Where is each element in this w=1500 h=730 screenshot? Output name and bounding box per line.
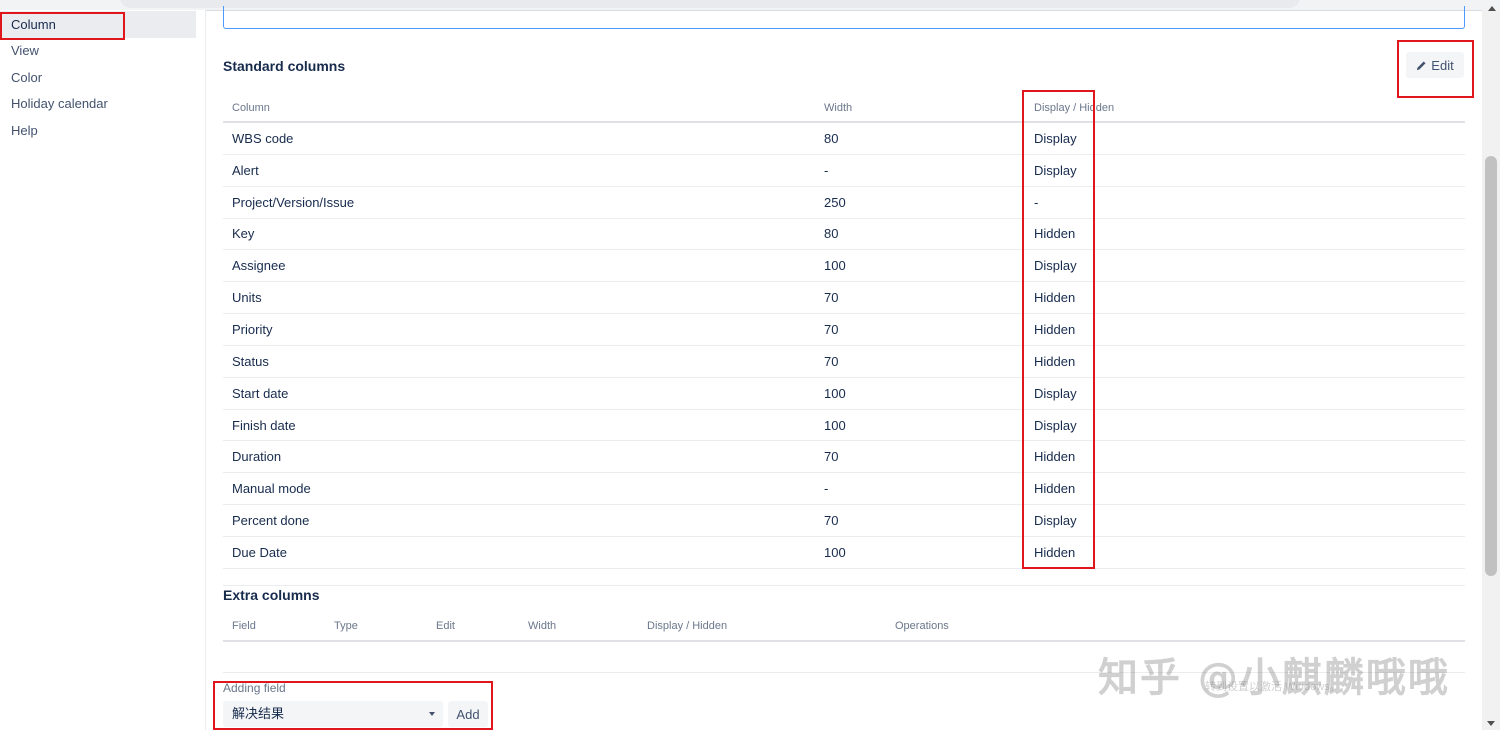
cell-width: 100 bbox=[815, 409, 1025, 442]
header-operations: Operations bbox=[886, 612, 1465, 642]
cell-column: Due Date bbox=[223, 536, 815, 569]
table-row: Assignee 100 Display bbox=[223, 249, 1465, 283]
sidebar-item-holiday-calendar[interactable]: Holiday calendar bbox=[0, 90, 196, 117]
header-width: Width bbox=[815, 94, 1025, 123]
cell-display: Hidden bbox=[1025, 281, 1465, 315]
scroll-down-icon[interactable] bbox=[1487, 721, 1495, 726]
cell-width: 100 bbox=[815, 249, 1025, 283]
cell-display: Hidden bbox=[1025, 313, 1465, 346]
standard-columns-table: Column Width Display / Hidden WBS code 80… bbox=[223, 94, 1465, 569]
cell-width: 250 bbox=[815, 186, 1025, 219]
table-row: Priority 70 Hidden bbox=[223, 313, 1465, 346]
cell-display: Display bbox=[1025, 154, 1465, 187]
cell-column: Start date bbox=[223, 377, 815, 410]
cell-width: 70 bbox=[815, 313, 1025, 346]
cell-width: 80 bbox=[815, 218, 1025, 251]
table-row: Manual mode - Hidden bbox=[223, 472, 1465, 506]
cell-display: Display bbox=[1025, 377, 1465, 410]
edit-button[interactable]: Edit bbox=[1406, 52, 1464, 78]
header-type: Type bbox=[325, 612, 427, 642]
table-row: Duration 70 Hidden bbox=[223, 440, 1465, 474]
scroll-up-icon[interactable] bbox=[1488, 6, 1496, 11]
settings-sidebar: Column View Color Holiday calendar Help bbox=[0, 10, 206, 730]
cell-column: Alert bbox=[223, 154, 815, 187]
cell-display: Hidden bbox=[1025, 218, 1465, 251]
sidebar-item-view[interactable]: View bbox=[0, 37, 196, 64]
header-display-hidden: Display / Hidden bbox=[1025, 94, 1465, 123]
edit-button-label: Edit bbox=[1431, 57, 1454, 73]
cell-display: Display bbox=[1025, 409, 1465, 442]
cell-column: Units bbox=[223, 281, 815, 315]
cell-display: Display bbox=[1025, 249, 1465, 283]
main-content: Standard columns Edit Column Width Displ… bbox=[206, 6, 1482, 730]
cell-column: Assignee bbox=[223, 249, 815, 283]
header-edit: Edit bbox=[427, 612, 519, 642]
cell-display: Hidden bbox=[1025, 345, 1465, 378]
extra-columns-table: Field Type Edit Width Display / Hidden O… bbox=[223, 612, 1465, 642]
sidebar-item-help[interactable]: Help bbox=[0, 117, 196, 144]
table-row: Key 80 Hidden bbox=[223, 218, 1465, 251]
table-row: Percent done 70 Display bbox=[223, 504, 1465, 537]
cell-width: 70 bbox=[815, 345, 1025, 378]
cell-display: Display bbox=[1025, 122, 1465, 155]
cell-width: 80 bbox=[815, 122, 1025, 155]
cell-column: Duration bbox=[223, 440, 815, 474]
section-divider bbox=[223, 585, 1465, 586]
cell-column: Status bbox=[223, 345, 815, 378]
cell-width: 70 bbox=[815, 504, 1025, 537]
vertical-scrollbar[interactable] bbox=[1482, 6, 1500, 730]
cell-display: Hidden bbox=[1025, 536, 1465, 569]
cell-column: Manual mode bbox=[223, 472, 815, 506]
cell-display: Display bbox=[1025, 504, 1465, 537]
cell-display: - bbox=[1025, 186, 1465, 219]
table-row: WBS code 80 Display bbox=[223, 122, 1465, 155]
table-row: Units 70 Hidden bbox=[223, 281, 1465, 315]
cell-column: Percent done bbox=[223, 504, 815, 537]
cell-column: WBS code bbox=[223, 122, 815, 155]
table-row: Due Date 100 Hidden bbox=[223, 536, 1465, 569]
add-button[interactable]: Add bbox=[448, 701, 488, 727]
cell-column: Key bbox=[223, 218, 815, 251]
sidebar-item-column[interactable]: Column bbox=[0, 11, 196, 38]
sidebar-item-color[interactable]: Color bbox=[0, 64, 196, 91]
cell-display: Hidden bbox=[1025, 440, 1465, 474]
table-header-row: Field Type Edit Width Display / Hidden O… bbox=[223, 612, 1465, 642]
cell-width: 100 bbox=[815, 536, 1025, 569]
watermark: 知乎 @小麒麟哦哦 bbox=[1098, 655, 1450, 701]
cell-column: Finish date bbox=[223, 409, 815, 442]
cell-width: - bbox=[815, 154, 1025, 187]
scroll-thumb[interactable] bbox=[1485, 156, 1497, 576]
table-row: Project/Version/Issue 250- bbox=[223, 186, 1465, 219]
table-row: Alert - Display bbox=[223, 154, 1465, 187]
activation-watermark: 转到设置以激活 Windows。 bbox=[1205, 681, 1341, 693]
table-header-row: Column Width Display / Hidden bbox=[223, 94, 1465, 123]
header-width: Width bbox=[519, 612, 638, 642]
field-select-value: 解决结果 bbox=[232, 706, 285, 721]
cell-width: 70 bbox=[815, 281, 1025, 315]
header-field: Field bbox=[223, 612, 325, 642]
chevron-down-icon bbox=[429, 712, 435, 716]
cell-width: 100 bbox=[815, 377, 1025, 410]
filter-input[interactable] bbox=[223, 6, 1465, 29]
table-row: Status 70 Hidden bbox=[223, 345, 1465, 378]
cell-display: Hidden bbox=[1025, 472, 1465, 506]
header-display-hidden: Display / Hidden bbox=[638, 612, 886, 642]
cell-column: Priority bbox=[223, 313, 815, 346]
cell-column: Project/Version/Issue bbox=[223, 186, 815, 219]
cell-width: - bbox=[815, 472, 1025, 506]
table-row: Start date 100 Display bbox=[223, 377, 1465, 410]
adding-field-label: Adding field bbox=[223, 681, 286, 695]
standard-columns-title: Standard columns bbox=[223, 58, 346, 74]
table-row: Finish date 100 Display bbox=[223, 409, 1465, 442]
cell-width: 70 bbox=[815, 440, 1025, 474]
pencil-icon bbox=[1417, 60, 1426, 70]
field-select[interactable]: 解决结果 bbox=[223, 701, 443, 727]
header-column: Column bbox=[223, 94, 815, 123]
extra-columns-title: Extra columns bbox=[223, 587, 320, 603]
